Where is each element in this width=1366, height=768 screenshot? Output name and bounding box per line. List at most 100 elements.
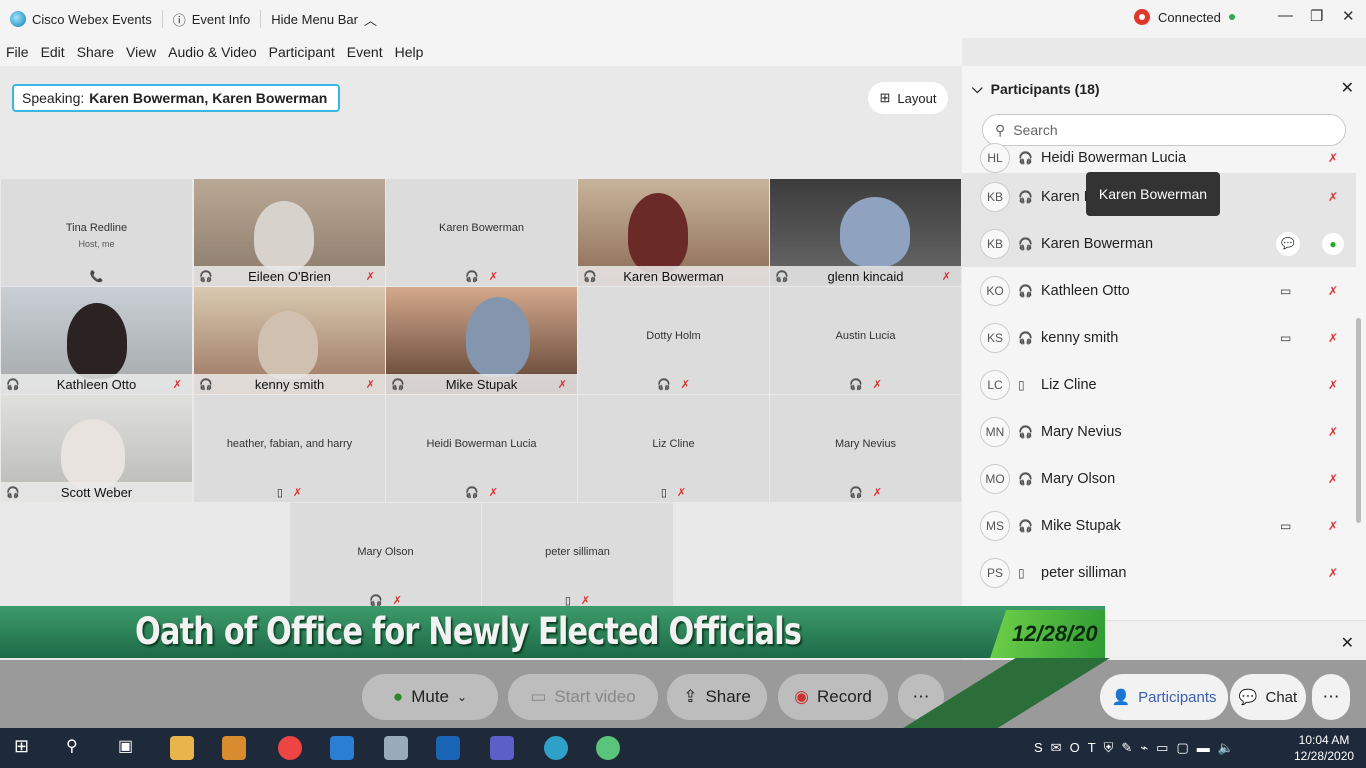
maximize-button[interactable]: ❐ [1310,7,1323,25]
microphone-icon: ● [392,687,404,706]
mail-icon[interactable]: ✉ [1051,740,1062,756]
display-icon[interactable]: ▭ [1156,740,1168,756]
video-camera-icon: ▭ [1280,283,1292,298]
video-tile[interactable]: Dotty Holm 🎧 ✗ [578,287,769,394]
battery-icon[interactable]: ▬ [1197,740,1210,756]
video-tile[interactable]: Liz Cline ▯ ✗ [578,395,769,502]
hide-menu-bar-button[interactable]: Hide Menu Bar ︿ [261,10,387,29]
record-button[interactable]: ◉ Record [778,674,888,720]
video-tile[interactable]: Karen Bowerman 🎧 ✗ [386,179,577,286]
avatar: LC [980,369,1010,400]
menu-share[interactable]: Share [71,44,120,60]
menu-view[interactable]: View [120,44,162,60]
mic-muted-icon[interactable]: ✗ [1328,284,1338,298]
video-tile[interactable]: Eileen O'Brien 🎧 ✗ [194,179,385,286]
mic-muted-icon[interactable]: ✗ [1328,519,1338,533]
menu-audio-video[interactable]: Audio & Video [162,44,262,60]
participant-row[interactable]: MO 🎧 Mary Olson ✗ [962,455,1356,502]
minimize-button[interactable]: — [1278,7,1293,24]
menu-help[interactable]: Help [389,44,430,60]
video-tile[interactable]: kenny smith 🎧 ✗ [194,287,385,394]
edge-icon[interactable] [544,736,568,760]
tile-name: Austin Lucia [835,330,896,342]
tile-name: Tina Redline [65,222,128,234]
video-tile[interactable]: Tina Redline Host, me 📞 [1,179,192,286]
mute-button[interactable]: ● Mute ⌄ [362,674,498,720]
start-video-button[interactable]: ▭ Start video [508,674,658,720]
task-view-icon[interactable]: ▣ [118,736,142,760]
video-tile[interactable]: Mary Olson 🎧 ✗ [290,503,481,610]
mic-active-icon[interactable]: ● [1322,232,1344,255]
more-panels-button[interactable]: ⋯ [1312,674,1350,720]
chevron-down-icon: ⌄ [457,690,468,704]
headset-icon: 🎧 [583,271,597,283]
participants-header[interactable]: ⌵ Participants (18) [972,80,1100,97]
close-icon[interactable]: ✕ [1341,633,1354,653]
internet-explorer-icon[interactable] [330,736,354,760]
tile-name: Karen Bowerman [623,268,724,284]
participant-row[interactable]: KS 🎧 kenny smith ▭ ✗ [962,314,1356,361]
share-button[interactable]: ⇪ Share [667,674,767,720]
menu-participant[interactable]: Participant [263,44,341,60]
participant-row[interactable]: MN 🎧 Mary Nevius ✗ [962,408,1356,455]
system-clock[interactable]: 10:04 AM 12/28/2020 [1294,732,1354,764]
app-icon[interactable] [384,736,408,760]
participant-row[interactable]: KO 🎧 Kathleen Otto ▭ ✗ [962,267,1356,314]
connection-status[interactable]: Connected [1134,9,1235,25]
video-tile[interactable]: Austin Lucia 🎧 ✗ [770,287,961,394]
record-status-icon [1134,9,1150,25]
security-icon[interactable]: ⛨ [1104,740,1114,756]
video-tile[interactable]: Heidi Bowerman Lucia 🎧 ✗ [386,395,577,502]
participant-row[interactable]: KB 🎧 Karen Bowerman 💬 ● [962,220,1356,267]
network-icon[interactable]: ⌁ [1140,740,1148,756]
video-tile[interactable]: peter silliman ▯ ✗ [482,503,673,610]
chat-button[interactable]: 💬 Chat [1230,674,1306,720]
menu-edit[interactable]: Edit [35,44,71,60]
mic-muted-icon[interactable]: ✗ [1328,190,1338,204]
video-tile[interactable]: Mike Stupak 🎧 ✗ [386,287,577,394]
close-panel-button[interactable]: ✕ [1341,78,1354,98]
video-tile-active-speaker[interactable]: Karen Bowerman 🎧 [578,179,769,286]
participant-row[interactable]: MS 🎧 Mike Stupak ▭ ✗ [962,502,1356,549]
menu-file[interactable]: File [0,44,35,60]
webex-icon[interactable] [596,736,620,760]
video-tile[interactable]: Kathleen Otto 🎧 ✗ [1,287,192,394]
event-info-button[interactable]: ⓘ Event Info [163,10,261,29]
chrome-icon[interactable] [278,736,302,760]
windows-start-icon[interactable]: ⊞ [14,736,38,760]
file-explorer-icon[interactable] [170,736,194,760]
participant-row[interactable]: LC ▯ Liz Cline ✗ [962,361,1356,408]
mic-muted-icon[interactable]: ✗ [1328,425,1338,439]
mic-muted-icon[interactable]: ✗ [1328,378,1338,392]
participants-button[interactable]: 👤 Participants [1100,674,1228,720]
monitor-icon[interactable]: ▢ [1176,740,1188,756]
outlook-icon[interactable] [436,736,460,760]
video-tile[interactable]: Scott Weber 🎧 [1,395,192,502]
search-icon[interactable]: ⚲ [66,736,90,760]
mic-muted-icon: ✗ [941,271,951,283]
layout-button[interactable]: ⊞ Layout [868,82,948,114]
pen-icon[interactable]: ✎ [1121,740,1132,756]
panel-scrollbar[interactable] [1356,318,1361,523]
close-window-button[interactable]: ✕ [1342,7,1355,25]
media-app-icon[interactable] [222,736,246,760]
tile-name: Liz Cline [652,438,695,450]
skype-icon[interactable]: S [1034,740,1043,756]
video-tile[interactable]: Mary Nevius 🎧 ✗ [770,395,961,502]
outlook-tray-icon[interactable]: O [1070,740,1080,756]
menu-event[interactable]: Event [341,44,389,60]
teams-tray-icon[interactable]: T [1088,740,1096,756]
mic-muted-icon[interactable]: ✗ [1328,331,1338,345]
participant-row[interactable]: PS ▯ peter silliman ✗ [962,549,1356,596]
headset-icon: 🎧 [1018,283,1033,298]
video-tile[interactable]: heather, fabian, and harry ▯ ✗ [194,395,385,502]
volume-icon[interactable]: 🔈 [1218,740,1234,756]
mic-muted-icon[interactable]: ✗ [1328,151,1338,165]
teams-icon[interactable] [490,736,514,760]
mic-muted-icon[interactable]: ✗ [1328,472,1338,486]
mic-muted-icon[interactable]: ✗ [1328,566,1338,580]
video-tile[interactable]: glenn kincaid 🎧 ✗ [770,179,961,286]
chat-icon[interactable]: 💬 [1276,231,1300,256]
participant-video [840,197,910,267]
search-icon: ⚲ [995,121,1006,138]
